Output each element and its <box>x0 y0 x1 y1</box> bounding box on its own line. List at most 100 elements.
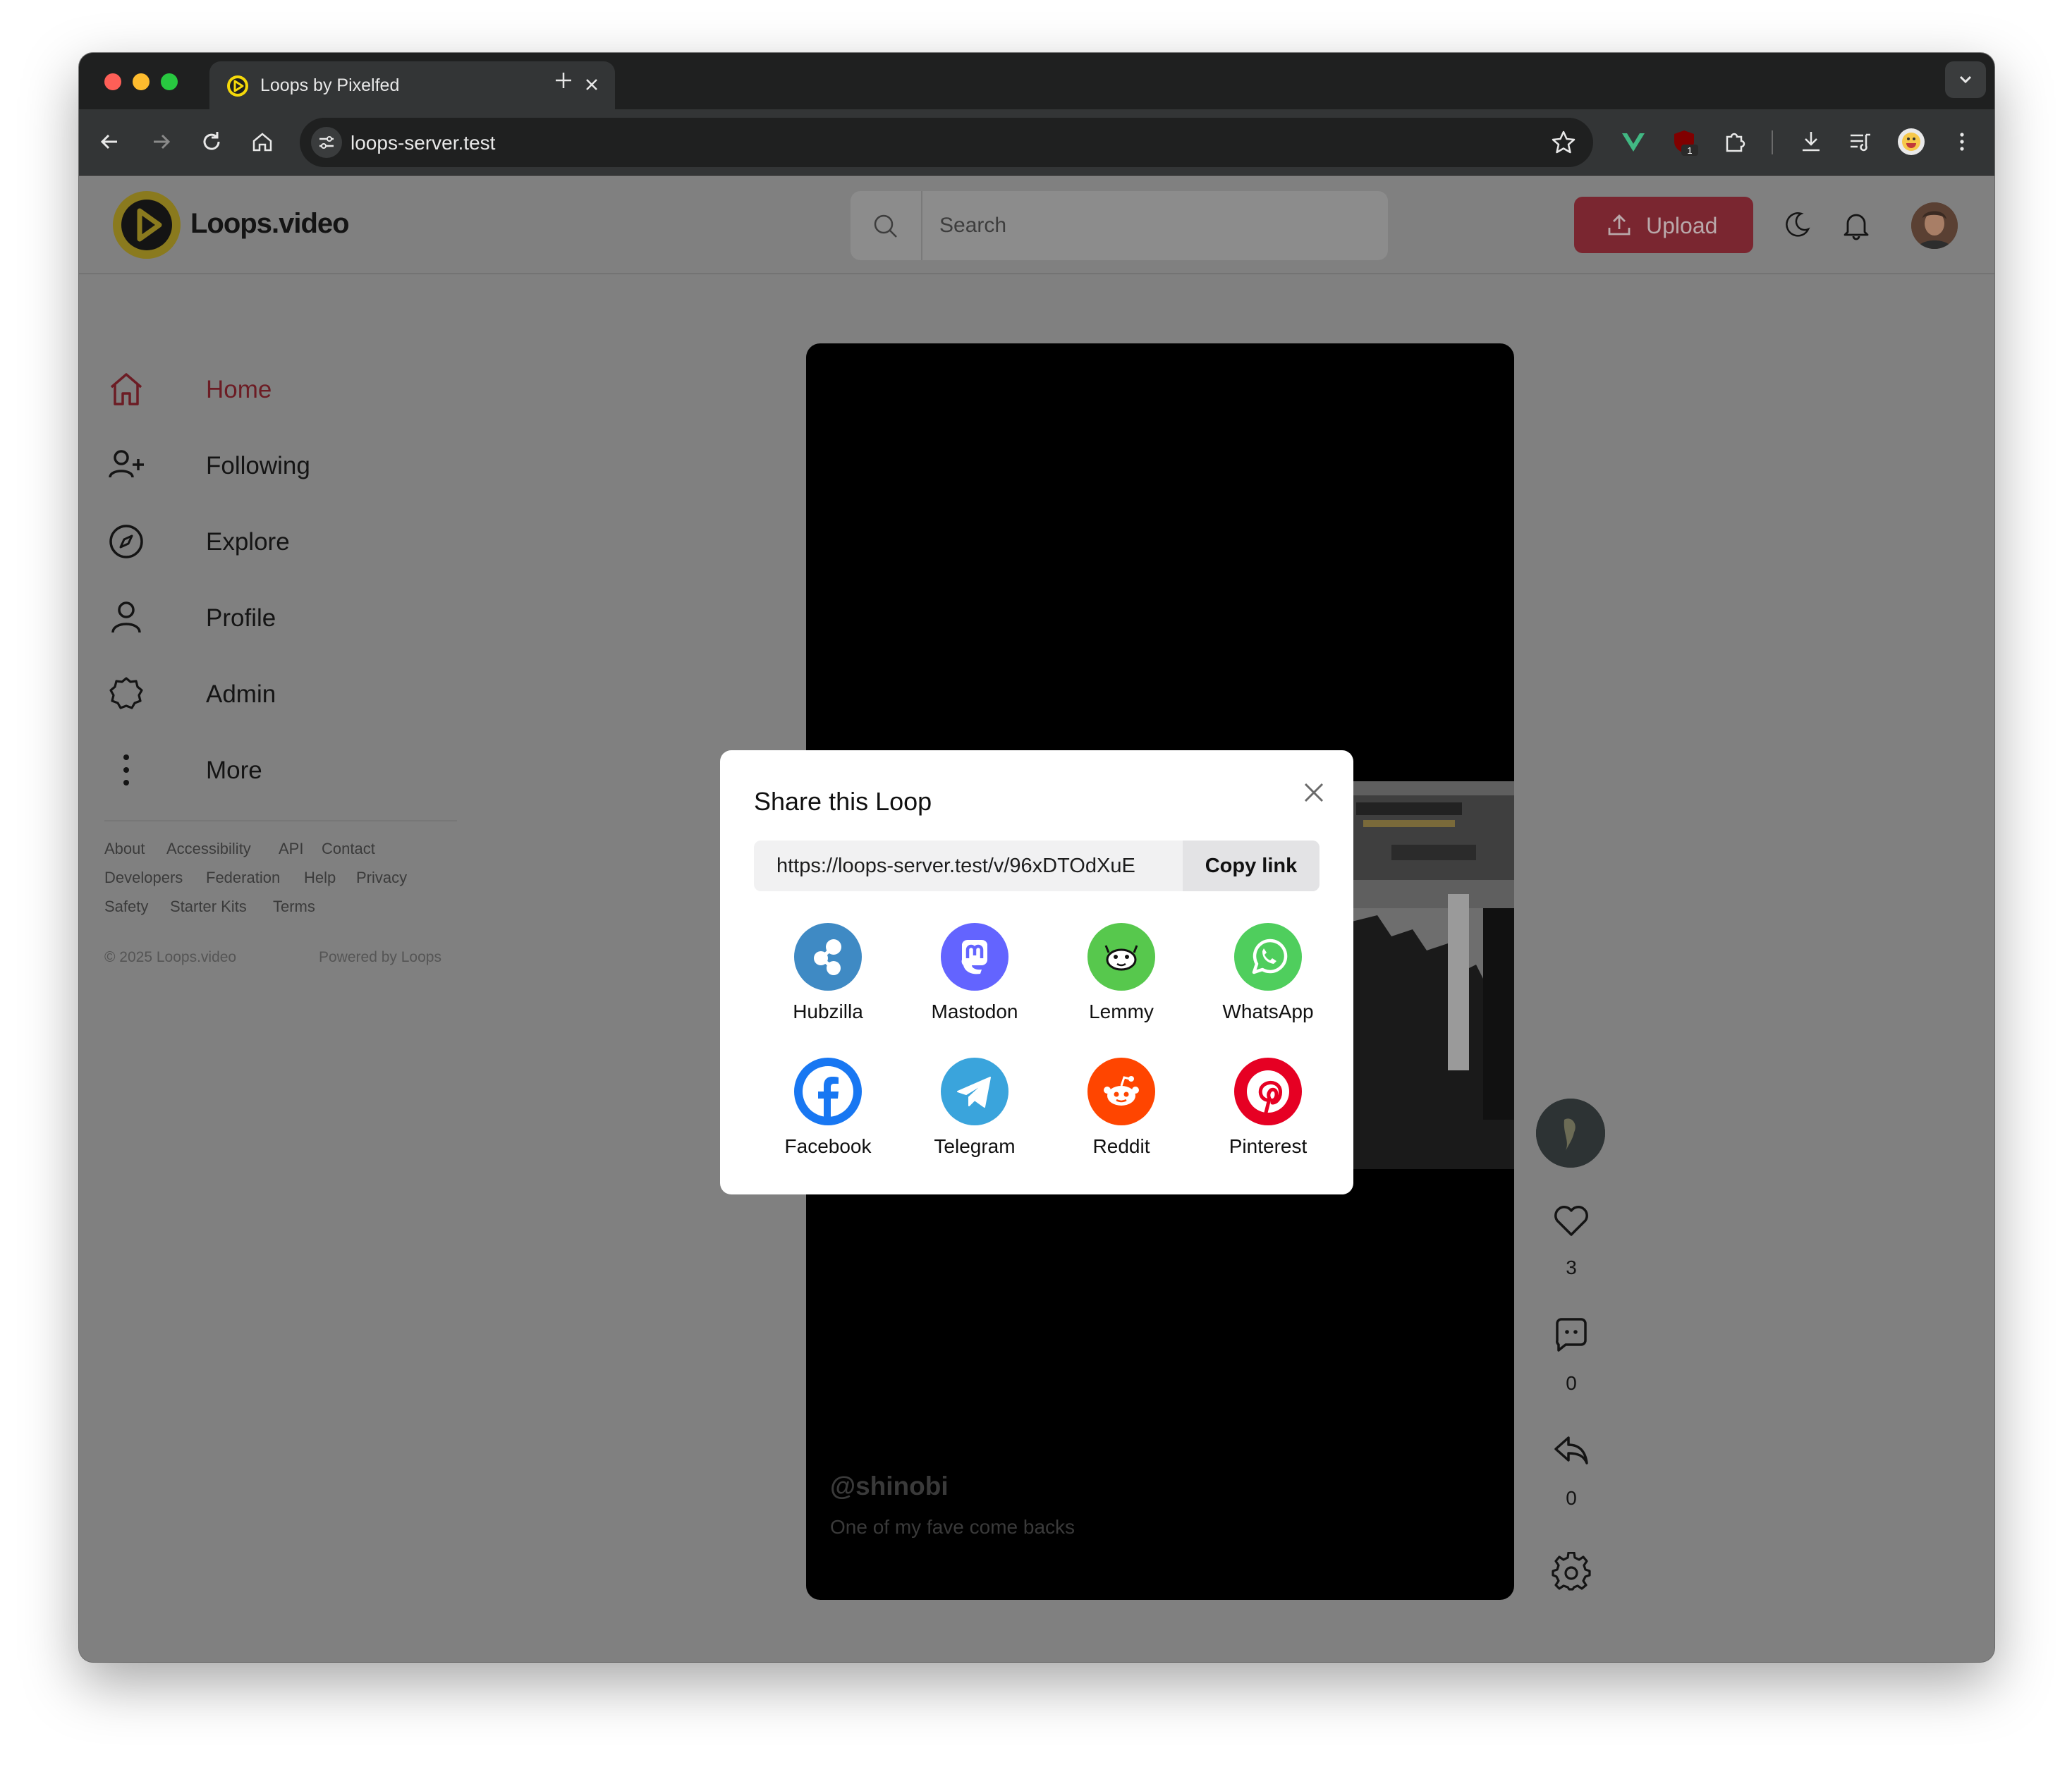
video-username[interactable]: @shinobi <box>830 1472 949 1501</box>
settings-gear-icon[interactable] <box>1552 1552 1591 1591</box>
notifications-bell-icon[interactable] <box>1839 208 1873 242</box>
hubzilla-glyph-icon <box>814 939 841 975</box>
sidebar-divider <box>104 820 457 821</box>
share-label: WhatsApp <box>1222 1001 1314 1022</box>
back-icon[interactable] <box>96 128 124 156</box>
share-pinterest-button[interactable]: Pinterest <box>1204 1058 1331 1178</box>
footer-link-terms[interactable]: Terms <box>273 898 315 916</box>
footer-link-contact[interactable]: Contact <box>322 840 375 858</box>
reddit-glyph-icon <box>1104 1076 1139 1106</box>
loops-logo-icon[interactable] <box>113 191 181 259</box>
sidebar-item-following[interactable]: Following <box>107 439 474 489</box>
extensions-puzzle-icon[interactable] <box>1721 128 1749 156</box>
share-lemmy-button[interactable]: Lemmy <box>1057 923 1184 1043</box>
user-plus-icon <box>109 450 144 478</box>
footer-link-developers[interactable]: Developers <box>104 869 183 887</box>
sidebar-item-label: More <box>206 757 262 784</box>
share-link-field[interactable]: https://loops-server.test/v/96xDTOdXuE C… <box>754 840 1320 891</box>
dark-mode-moon-icon[interactable] <box>1780 208 1814 242</box>
share-whatsapp-button[interactable]: WhatsApp <box>1204 923 1331 1043</box>
chevron-down-icon <box>1959 75 1972 84</box>
sidebar-item-home[interactable]: Home <box>107 363 474 412</box>
tab-search-button[interactable] <box>1945 61 1986 98</box>
sidebar-item-label: Profile <box>206 604 276 632</box>
badge-icon <box>109 677 143 709</box>
share-label: Telegram <box>934 1135 1016 1157</box>
sidebar-item-more[interactable]: More <box>107 744 474 793</box>
reddit-icon <box>1087 1058 1155 1125</box>
upload-label: Upload <box>1646 213 1718 238</box>
share-facebook-button[interactable]: Facebook <box>764 1058 891 1178</box>
home-browser-icon[interactable] <box>248 128 276 156</box>
footer-link-privacy[interactable]: Privacy <box>356 869 407 887</box>
sidebar-item-label: Home <box>206 376 272 403</box>
bookmark-star-icon[interactable] <box>1549 128 1578 157</box>
share-link-text[interactable]: https://loops-server.test/v/96xDTOdXuE <box>776 855 1160 878</box>
mastodon-glyph-icon <box>961 939 987 974</box>
close-window-button[interactable] <box>104 73 121 90</box>
comment-count: 0 <box>1566 1372 1577 1394</box>
facebook-glyph-icon <box>803 1066 853 1118</box>
tab-bar: Loops by Pixelfed <box>79 53 1994 109</box>
site-settings-icon[interactable] <box>310 126 343 159</box>
footer-link-federation[interactable]: Federation <box>206 869 280 887</box>
page-content: Loops.video Search Upload Home Following… <box>79 176 1994 1662</box>
share-label: Pinterest <box>1229 1135 1308 1157</box>
search-input[interactable]: Search <box>851 191 1388 260</box>
sidebar-item-admin[interactable]: Admin <box>107 668 474 717</box>
pinterest-icon <box>1234 1058 1302 1125</box>
reload-icon[interactable] <box>197 128 226 156</box>
footer-link-api[interactable]: API <box>279 840 303 858</box>
vue-devtools-icon[interactable] <box>1619 128 1647 156</box>
footer-link-starter-kits[interactable]: Starter Kits <box>170 898 247 916</box>
toolbar-divider <box>1772 130 1773 154</box>
share-telegram-button[interactable]: Telegram <box>910 1058 1037 1178</box>
share-mastodon-button[interactable]: Mastodon <box>910 923 1037 1043</box>
share-reddit-button[interactable]: Reddit <box>1057 1058 1184 1178</box>
forward-icon[interactable] <box>147 128 175 156</box>
telegram-glyph-icon <box>957 1077 991 1108</box>
loops-favicon-icon <box>227 75 248 97</box>
play-icon <box>121 200 172 250</box>
upload-button[interactable]: Upload <box>1574 197 1753 253</box>
powered-by-text: Powered by Loops <box>319 949 441 965</box>
share-hubzilla-button[interactable]: Hubzilla <box>764 923 891 1043</box>
media-controls-icon[interactable] <box>1846 128 1875 156</box>
telegram-icon <box>941 1058 1008 1125</box>
share-label: Reddit <box>1092 1135 1150 1157</box>
copy-link-button[interactable]: Copy link <box>1183 840 1320 891</box>
sidebar-item-explore[interactable]: Explore <box>107 515 474 565</box>
address-bar[interactable]: loops-server.test <box>300 118 1593 167</box>
user-icon <box>111 601 141 633</box>
search-icon <box>874 214 897 238</box>
copyright-text: © 2025 Loops.video <box>104 949 237 965</box>
new-tab-icon[interactable] <box>551 68 575 92</box>
footer-link-accessibility[interactable]: Accessibility <box>166 840 251 858</box>
comment-icon[interactable] <box>1552 1315 1591 1355</box>
close-tab-icon[interactable] <box>581 74 602 95</box>
share-reply-icon[interactable] <box>1552 1431 1591 1470</box>
footer-link-help[interactable]: Help <box>304 869 336 887</box>
close-icon[interactable] <box>1298 777 1329 808</box>
brand-name[interactable]: Loops.video <box>190 208 350 240</box>
upload-icon <box>1608 214 1631 236</box>
copy-link-label: Copy link <box>1205 855 1298 877</box>
footer-link-about[interactable]: About <box>104 840 145 858</box>
user-avatar[interactable] <box>1911 202 1958 249</box>
creator-avatar[interactable] <box>1536 1099 1605 1168</box>
like-heart-icon[interactable] <box>1552 1201 1591 1240</box>
hubzilla-icon <box>794 923 862 991</box>
ublock-extension-icon[interactable]: 1 <box>1670 128 1698 156</box>
browser-menu-icon[interactable] <box>1948 128 1976 156</box>
maximize-window-button[interactable] <box>161 73 178 90</box>
downloads-icon[interactable] <box>1797 128 1825 156</box>
lemmy-icon <box>1087 923 1155 991</box>
home-icon <box>110 373 142 405</box>
sidebar-item-profile[interactable]: Profile <box>107 592 474 641</box>
profile-avatar-icon[interactable] <box>1897 128 1925 156</box>
minimize-window-button[interactable] <box>133 73 150 90</box>
search-divider <box>921 191 922 260</box>
url-text: loops-server.test <box>351 132 496 154</box>
share-modal: Share this Loop https://loops-server.tes… <box>720 750 1353 1194</box>
footer-link-safety[interactable]: Safety <box>104 898 148 916</box>
